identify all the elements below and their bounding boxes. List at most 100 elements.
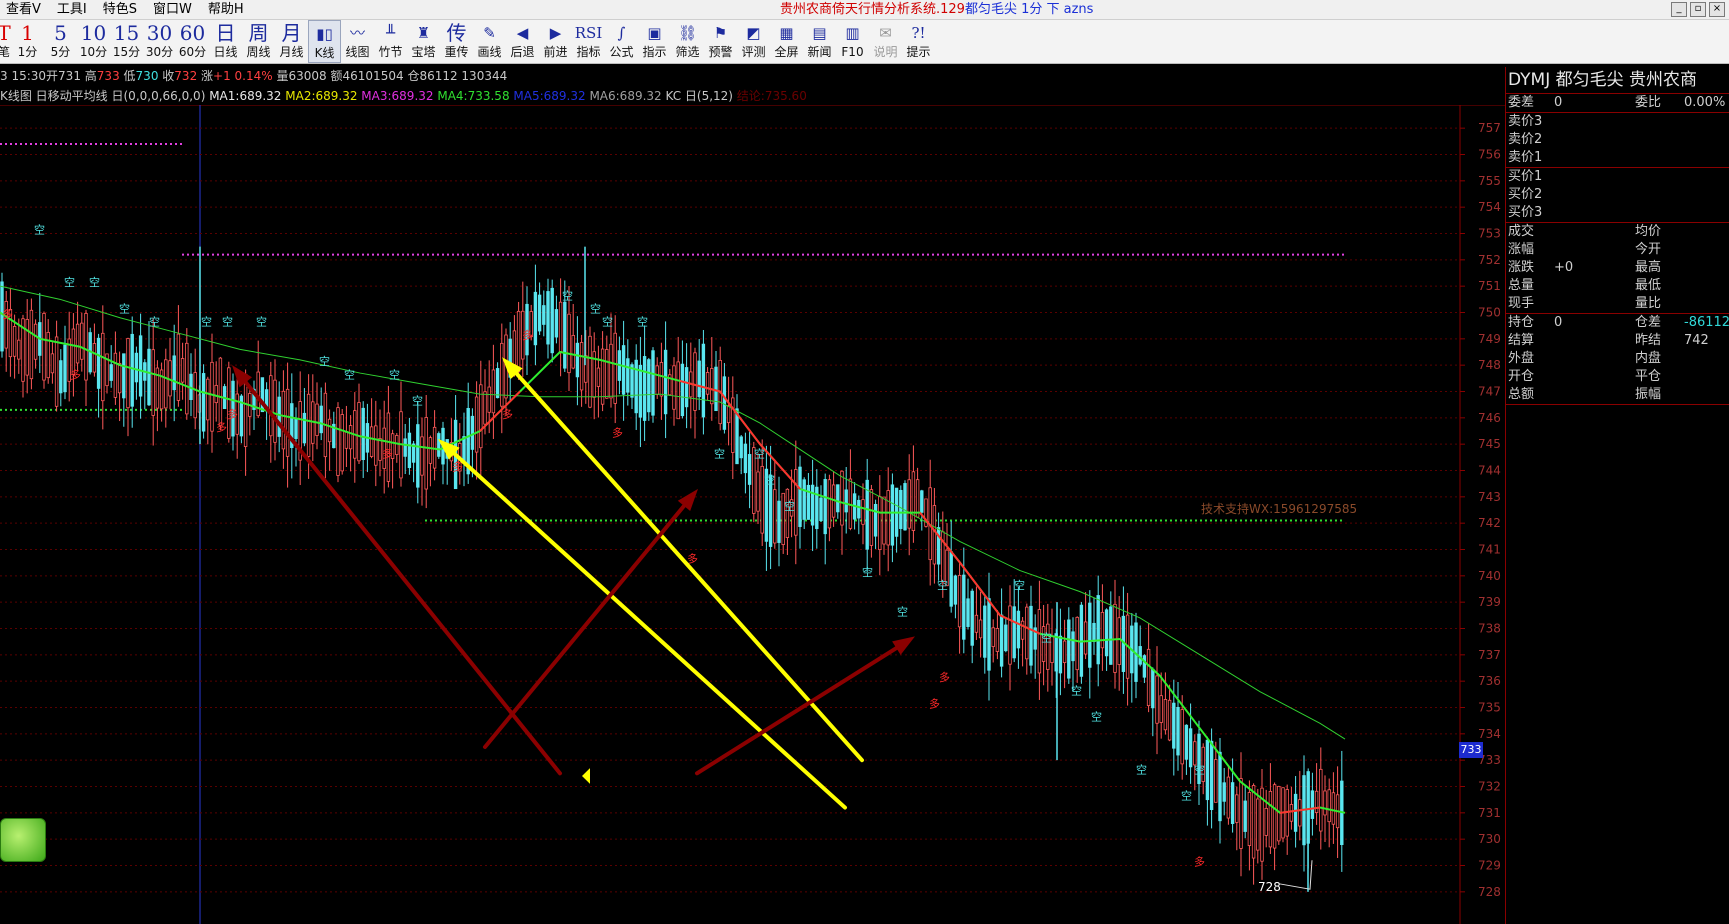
candle-body: [54, 336, 59, 407]
candle-body: [546, 291, 550, 345]
candle-body: [840, 470, 844, 526]
candle-body: [1264, 807, 1268, 836]
candle-body: [462, 436, 466, 463]
title-bar: 查看V 工具I 特色S 窗口W 帮助H 贵州农商倚天行情分析系统.129都匀毛尖 1分 …: [0, 0, 1729, 20]
candle-body: [420, 436, 424, 476]
toolbar-button-13[interactable]: ♜ 宝塔: [407, 20, 440, 63]
toolbar-button-21[interactable]: ⛓ 筛选: [671, 20, 704, 63]
toolbar-button-0[interactable]: T笔: [0, 20, 11, 63]
toolbar-button-17[interactable]: ▶ 前进: [539, 20, 572, 63]
candle-body: [882, 496, 886, 545]
toolbar-button-9[interactable]: 月月线: [275, 20, 308, 63]
candle-body: [932, 505, 937, 565]
panel-key: 委差: [1508, 95, 1535, 110]
toolbar-button-18[interactable]: RSI 指标: [572, 20, 605, 63]
toolbar-button-28[interactable]: ?! 提示: [902, 20, 935, 63]
candle-body: [491, 369, 496, 414]
menu-bar: 查看V 工具I 特色S 窗口W 帮助H: [0, 0, 254, 20]
toolbar-button-15[interactable]: ✎ 画线: [473, 20, 506, 63]
candle-body: [609, 343, 613, 399]
toolbar-button-4[interactable]: 15 15分: [110, 20, 143, 63]
toolbar-button-3[interactable]: 10 10分: [77, 20, 110, 63]
toolbar-button-2[interactable]: 5 5分: [44, 20, 77, 63]
toolbar-button-20[interactable]: ▣ 指示: [638, 20, 671, 63]
y-tick-label: 751: [1478, 279, 1501, 293]
toolbar-button-8[interactable]: 周周线: [242, 20, 275, 63]
quote-summary: 3 15:30开731 高733 低730 收732 涨+1 0.14% 量63…: [0, 69, 508, 83]
y-tick-label: 735: [1478, 701, 1501, 715]
toolbar-button-19[interactable]: ∫ 公式: [605, 20, 638, 63]
panel-key: 外盘: [1508, 351, 1535, 366]
toolbar-icon: 周: [248, 21, 269, 45]
toolbar-icon: ✎: [483, 24, 496, 42]
toolbar-icon: 15: [113, 21, 140, 45]
candle-body: [1251, 785, 1256, 859]
toolbar-button-14[interactable]: 传重传: [440, 20, 473, 63]
candle-body: [1151, 668, 1155, 709]
toolbar-button-26[interactable]: ▥ F10: [836, 20, 869, 63]
toolbar-button-22[interactable]: ⚑ 预警: [704, 20, 737, 63]
panel-key: 结算: [1508, 333, 1535, 348]
panel-key: 量比: [1635, 296, 1662, 311]
floating-widget-icon[interactable]: [0, 818, 46, 862]
toolbar-icon: RSI: [574, 24, 603, 42]
toolbar-button-27[interactable]: ✉ 说明: [869, 20, 902, 63]
toolbar-button-12[interactable]: ╨ 竹节: [374, 20, 407, 63]
toolbar-label: 前进: [543, 45, 568, 59]
candle-body: [1323, 790, 1327, 816]
indicator-item-3: MA3:689.32: [361, 89, 438, 103]
toolbar-button-11[interactable]: 〰线图: [341, 20, 374, 63]
open-value: 731: [58, 69, 81, 83]
panel-key: 买价1: [1508, 169, 1543, 184]
toolbar-button-23[interactable]: ◩ 评测: [737, 20, 770, 63]
signal-short-label: 空: [389, 367, 400, 381]
toolbar-button-5[interactable]: 30 30分: [143, 20, 176, 63]
stat-row-0: 成交 均价: [1506, 223, 1729, 241]
menu-item-4[interactable]: 帮助H: [202, 0, 254, 20]
candle-body: [1239, 778, 1243, 849]
toolbar-button-10[interactable]: ▮▯ K线: [308, 20, 341, 63]
candle-body: [747, 454, 752, 485]
toolbar-label: 宝塔: [411, 45, 436, 59]
candle-body: [655, 365, 659, 395]
toolbar-button-7[interactable]: 日日线: [209, 20, 242, 63]
candle-body: [680, 363, 685, 417]
candle-body: [915, 479, 920, 518]
menu-item-1[interactable]: 工具I: [51, 0, 97, 20]
indicator-item-0: K线图 日移动平均线 日(0,0,0,66,0,0): [0, 89, 210, 103]
menu-item-3[interactable]: 窗口W: [147, 0, 202, 20]
candle-body: [857, 499, 861, 519]
candle-body: [1298, 799, 1302, 827]
candle-body: [1083, 621, 1088, 655]
toolbar-label: 竹节: [378, 45, 403, 59]
signal-long-label: 多: [929, 697, 940, 711]
panel-key: 平仓: [1635, 369, 1662, 384]
candle-body: [1226, 776, 1231, 819]
candle-body: [663, 349, 668, 415]
candle-body: [151, 349, 155, 416]
menu-item-0[interactable]: 查看V: [0, 0, 51, 20]
stat-row-3: 总量 最低: [1506, 277, 1729, 295]
y-tick-label: 738: [1478, 622, 1501, 636]
menu-item-2[interactable]: 特色S: [97, 0, 147, 20]
change-value: +1 0.14%: [213, 69, 273, 83]
signal-long-label: 多: [1194, 855, 1205, 869]
candle-body: [487, 386, 491, 413]
candle-body: [218, 357, 223, 427]
candle-body: [361, 407, 365, 461]
signal-short-label: 空: [344, 367, 355, 381]
toolbar-button-1[interactable]: 1 1分: [11, 20, 44, 63]
low-value: 730: [135, 69, 159, 83]
toolbar-button-6[interactable]: 60 60分: [176, 20, 209, 63]
minimize-button[interactable]: _: [1671, 2, 1687, 17]
candle-body: [1209, 740, 1214, 811]
toolbar-button-25[interactable]: ▤ 新闻: [803, 20, 836, 63]
candle-body: [424, 417, 428, 490]
candle-body: [1314, 790, 1319, 813]
toolbar-icon: T: [0, 21, 11, 45]
restore-button[interactable]: ▫: [1690, 2, 1706, 17]
close-button[interactable]: ×: [1709, 2, 1725, 17]
toolbar-button-16[interactable]: ◀ 后退: [506, 20, 539, 63]
indicator-item-5: MA5:689.32: [513, 89, 590, 103]
toolbar-button-24[interactable]: ▦ 全屏: [770, 20, 803, 63]
